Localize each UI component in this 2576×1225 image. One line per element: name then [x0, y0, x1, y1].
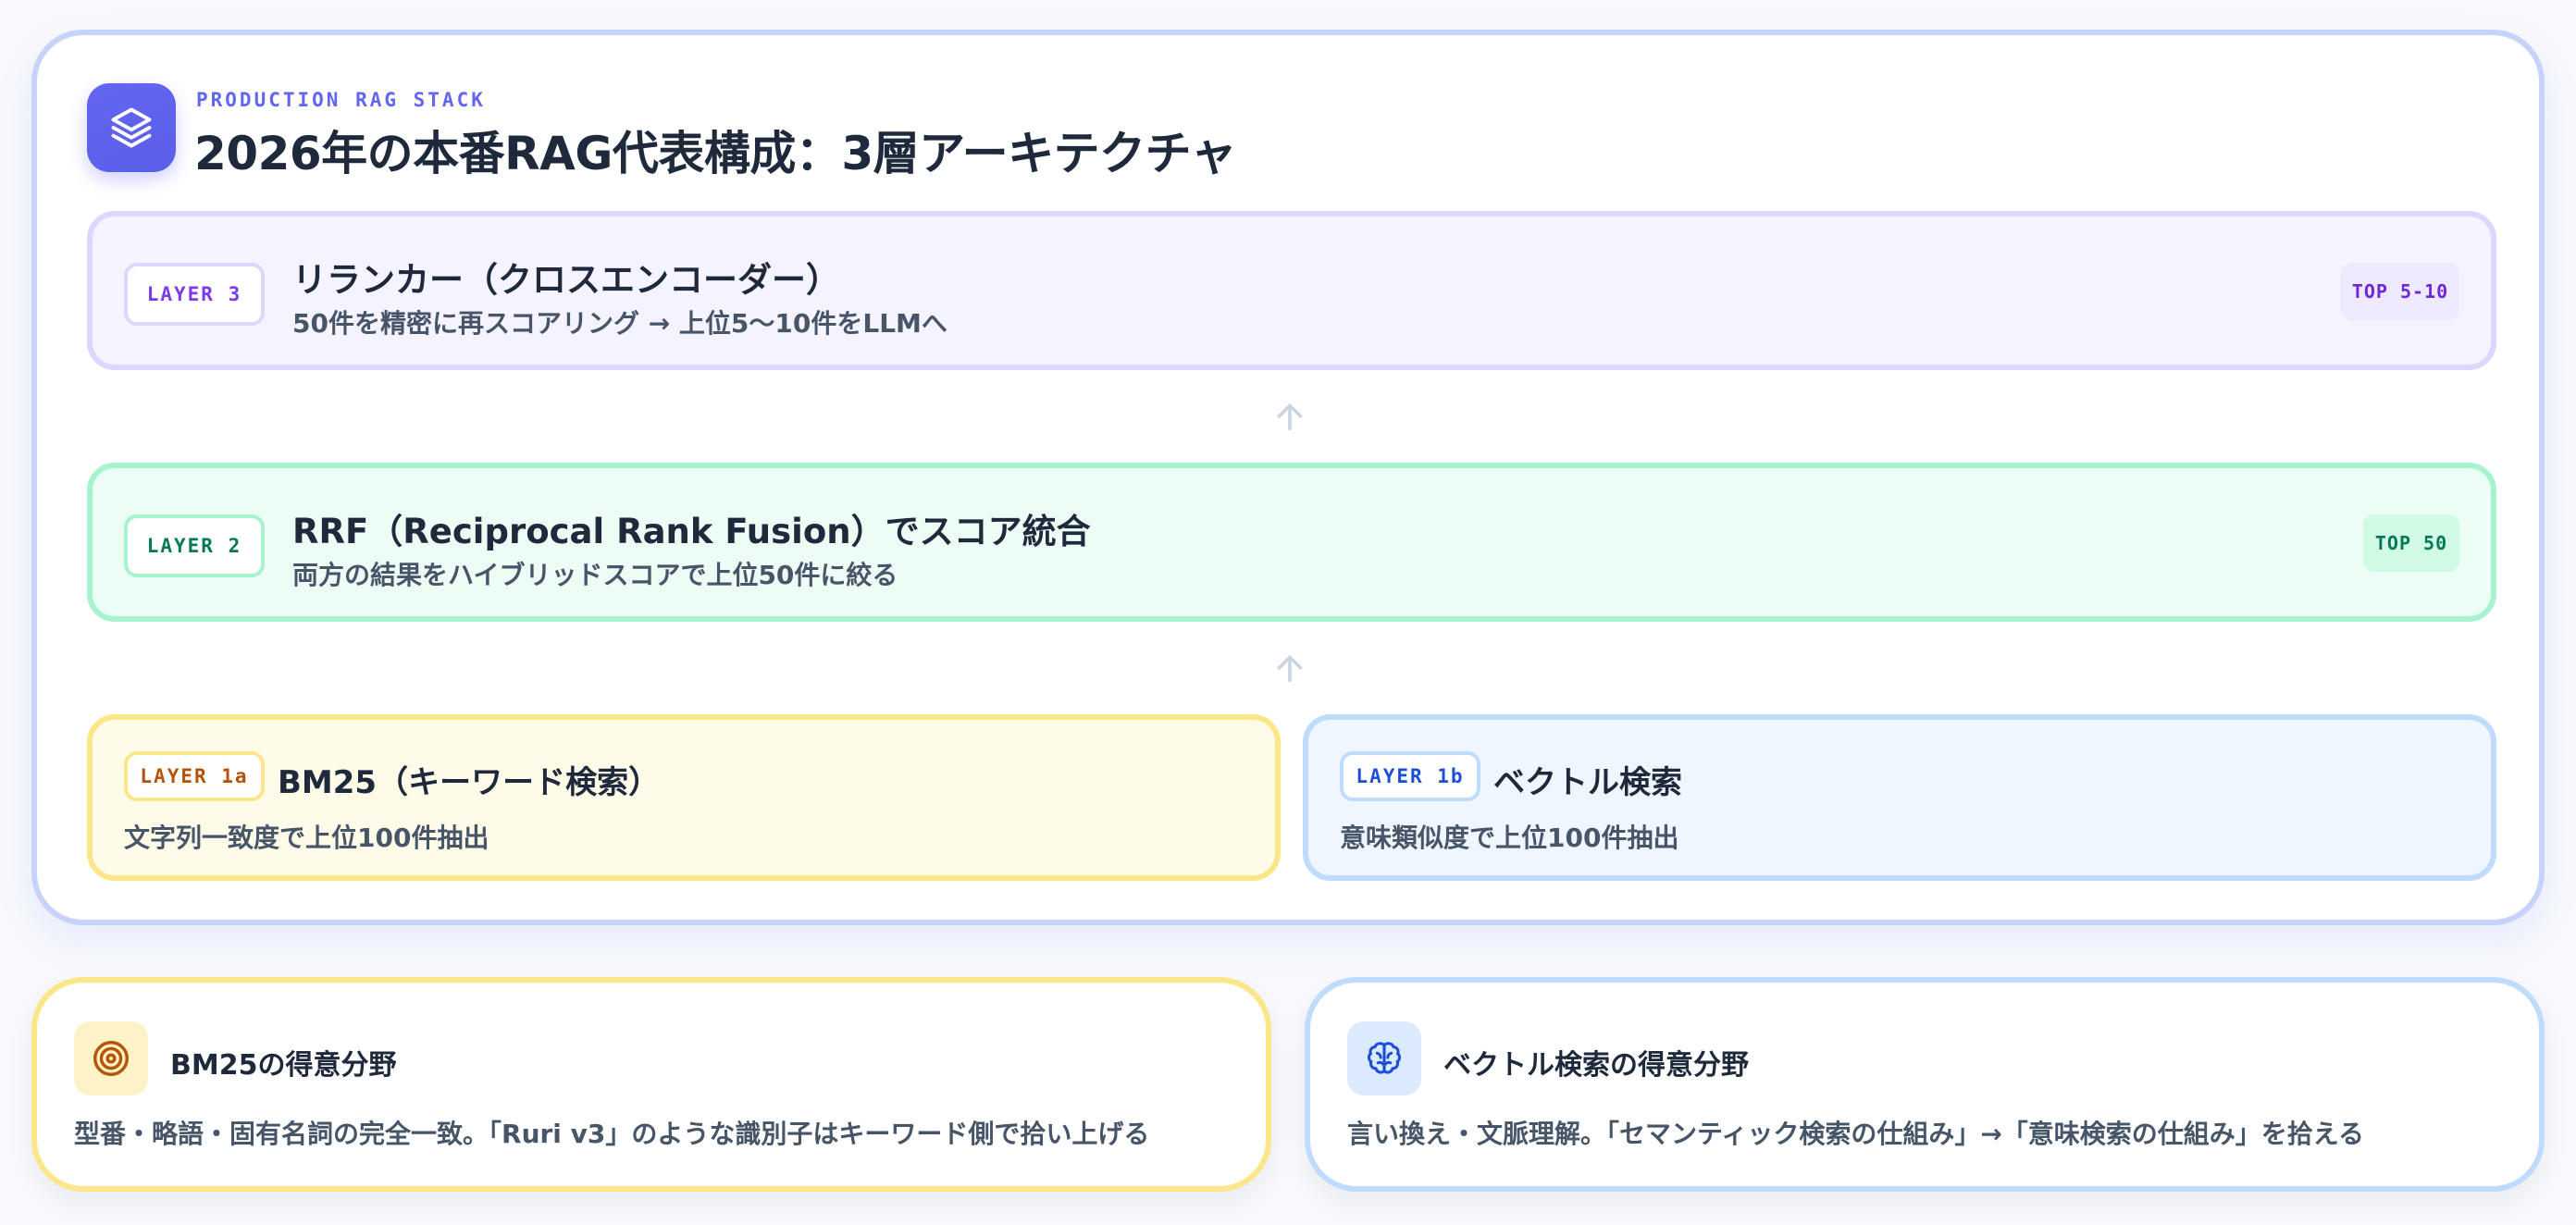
bm25-card-description: 型番・略語・固有名詞の完全一致。「Ruri v3」のような識別子はキーワード側で…	[74, 1119, 1150, 1149]
layer-1b-title: ベクトル検索	[1493, 764, 1682, 801]
page-title: 2026年の本番RAG代表構成：3層アーキテクチャ	[194, 127, 1237, 180]
layer-1a-bm25: LAYER 1a BM25（キーワード検索） 文字列一致度で上位100件抽出	[87, 714, 1281, 881]
layer-2-rrf: LAYER 2 RRF（Reciprocal Rank Fusion）でスコア統…	[87, 463, 2496, 622]
layer-1a-title: BM25（キーワード検索）	[278, 764, 661, 801]
target-icon	[74, 1021, 148, 1095]
layer-3-description: 50件を精密に再スコアリング → 上位5〜10件をLLMへ	[292, 308, 947, 339]
vector-card-description: 言い換え・文脈理解。「セマンティック検索の仕組み」→「意味検索の仕組み」を拾える	[1347, 1119, 2364, 1149]
architecture-panel: PRODUCTION RAG STACK 2026年の本番RAG代表構成：3層ア…	[31, 30, 2545, 925]
layer-3-reranker: LAYER 3 リランカー（クロスエンコーダー） 50件を精密に再スコアリング …	[87, 211, 2496, 370]
layer-1b-label: LAYER 1b	[1340, 751, 1480, 801]
layer-2-label: LAYER 2	[124, 514, 265, 577]
bm25-strengths-card: BM25の得意分野 型番・略語・固有名詞の完全一致。「Ruri v3」のような識…	[31, 977, 1271, 1192]
vector-card-title: ベクトル検索の得意分野	[1443, 1049, 1749, 1082]
brain-icon	[1347, 1021, 1421, 1095]
arrow-up-icon	[1277, 403, 1303, 431]
layer-1a-description: 文字列一致度で上位100件抽出	[124, 823, 489, 853]
layer-2-title: RRF（Reciprocal Rank Fusion）でスコア統合	[292, 512, 1091, 551]
layer-3-label: LAYER 3	[124, 263, 265, 326]
layer-2-top-badge: TOP 50	[2363, 514, 2459, 572]
layers-icon	[87, 83, 176, 172]
layer-1b-description: 意味類似度で上位100件抽出	[1340, 823, 1679, 853]
eyebrow-label: PRODUCTION RAG STACK	[196, 89, 486, 111]
bm25-card-title: BM25の得意分野	[170, 1049, 397, 1082]
arrow-up-icon	[1277, 655, 1303, 683]
layer-3-title: リランカー（クロスエンコーダー）	[292, 260, 840, 300]
vector-strengths-card: ベクトル検索の得意分野 言い換え・文脈理解。「セマンティック検索の仕組み」→「意…	[1305, 977, 2545, 1192]
layer-1b-vector: LAYER 1b ベクトル検索 意味類似度で上位100件抽出	[1303, 714, 2496, 881]
layer-1a-label: LAYER 1a	[124, 751, 265, 801]
layer-3-top-badge: TOP 5-10	[2341, 263, 2459, 320]
layer-2-description: 両方の結果をハイブリッドスコアで上位50件に絞る	[292, 560, 898, 590]
